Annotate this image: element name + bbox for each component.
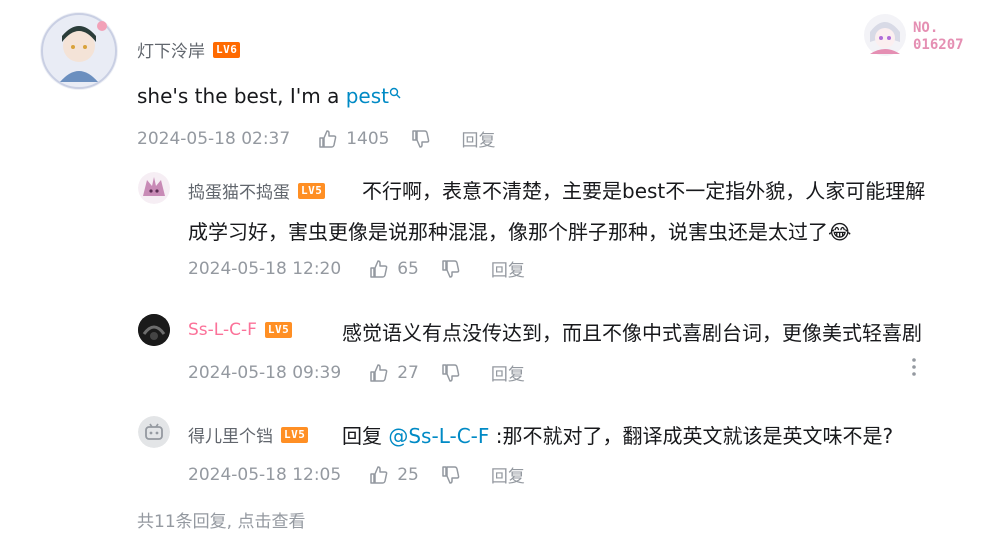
like-count: 27: [397, 362, 419, 383]
like-button[interactable]: 65: [369, 259, 419, 279]
username[interactable]: 捣蛋猫不捣蛋: [188, 178, 290, 203]
reply-prefix: 回复: [342, 424, 389, 448]
dislike-button[interactable]: [411, 129, 439, 149]
comment-body: she's the best, I'm a: [137, 84, 346, 108]
fan-badge-image: [864, 14, 906, 56]
thumbs-up-icon: [370, 465, 388, 484]
avatar-image: [138, 172, 170, 204]
reply-avatar-1[interactable]: [138, 172, 170, 204]
reply-button[interactable]: 回复: [491, 360, 525, 385]
dislike-button[interactable]: [441, 465, 469, 485]
reply-text-2: 感觉语义有点没传达到，而且不像中式喜剧台词，更像美式轻喜剧: [342, 321, 922, 345]
view-more-replies[interactable]: 共11条回复, 点击查看: [137, 507, 305, 532]
thumbs-down-icon: [442, 363, 460, 382]
reply-text-1a: 不行啊，表意不清楚，主要是best不一定指外貌，人家可能理解: [362, 179, 926, 203]
reply-date: 2024-05-18 12:20: [188, 258, 342, 279]
reply-button[interactable]: 回复: [461, 126, 495, 151]
reply-text-1b: 成学习好，害虫更像是说那种混混，像那个胖子那种，说害虫还是太过了😂: [188, 216, 851, 245]
username[interactable]: 灯下泠岸: [137, 37, 205, 62]
level-badge: LV5: [281, 426, 309, 443]
user-avatar[interactable]: [40, 12, 118, 90]
more-vertical-icon: [912, 358, 916, 376]
thumbs-down-icon: [442, 259, 460, 278]
like-count: 25: [397, 464, 419, 485]
like-count: 65: [397, 258, 419, 279]
level-badge: LV5: [264, 322, 293, 338]
thumbs-down-icon: [412, 129, 430, 148]
fan-number-value: 016207: [913, 37, 964, 53]
reply-date: 2024-05-18 12:05: [188, 464, 342, 485]
reply-body: :那不就对了，翻译成英文就该是英文味不是?: [489, 424, 894, 448]
default-avatar-icon: [138, 416, 170, 448]
reply-avatar-3[interactable]: [138, 416, 170, 448]
reply-text-3: 回复 @Ss-L-C-F :那不就对了，翻译成英文就该是英文味不是?: [342, 420, 893, 449]
thumbs-down-icon: [442, 465, 460, 484]
reply-meta-2: 2024-05-18 09:39 27 回复: [188, 360, 547, 386]
level-badge: LV5: [298, 182, 326, 199]
like-button[interactable]: 25: [369, 465, 419, 485]
avatar-image: [138, 314, 170, 346]
thumbs-up-icon: [319, 129, 337, 148]
reply-avatar-2[interactable]: [138, 314, 170, 346]
search-link[interactable]: pest: [346, 84, 389, 108]
reply-header-2: Ss-L-C-F LV5: [188, 320, 293, 340]
dislike-button[interactable]: [441, 363, 469, 383]
mention-link[interactable]: @Ss-L-C-F: [388, 424, 489, 448]
username[interactable]: Ss-L-C-F: [188, 320, 257, 340]
search-icon[interactable]: [389, 87, 401, 99]
like-count: 1405: [346, 128, 390, 149]
comment-date: 2024-05-18 02:37: [137, 128, 291, 149]
level-badge: LV6: [213, 41, 241, 58]
fan-number-label: NO.: [913, 20, 939, 36]
dislike-button[interactable]: [441, 259, 469, 279]
reply-meta-3: 2024-05-18 12:05 25 回复: [188, 462, 547, 488]
fan-number: NO. 016207: [913, 20, 964, 54]
avatar-image: [41, 13, 117, 89]
reply-text-1b-body: 成学习好，害虫更像是说那种混混，像那个胖子那种，说害虫还是太过了: [188, 220, 828, 244]
reply-date: 2024-05-18 09:39: [188, 362, 342, 383]
comment-meta: 2024-05-18 02:37 1405 回复: [137, 126, 517, 152]
reply-button[interactable]: 回复: [491, 256, 525, 281]
like-button[interactable]: 1405: [318, 129, 389, 149]
more-options-button[interactable]: [908, 356, 920, 382]
comment-header: 灯下泠岸 LV6: [137, 37, 241, 62]
thumbs-up-icon: [370, 259, 388, 278]
comment-text: she's the best, I'm a pest: [137, 84, 401, 108]
reply-header-1: 捣蛋猫不捣蛋 LV5: [188, 178, 326, 203]
fan-badge-avatar: [862, 12, 908, 58]
reply-button[interactable]: 回复: [491, 462, 525, 487]
like-button[interactable]: 27: [369, 363, 419, 383]
thumbs-up-icon: [370, 363, 388, 382]
reply-meta-1: 2024-05-18 12:20 65 回复: [188, 256, 547, 282]
username[interactable]: 得儿里个铛: [188, 422, 273, 447]
reply-header-3: 得儿里个铛 LV5: [188, 422, 309, 447]
emoji-icon: 😂: [828, 220, 852, 244]
